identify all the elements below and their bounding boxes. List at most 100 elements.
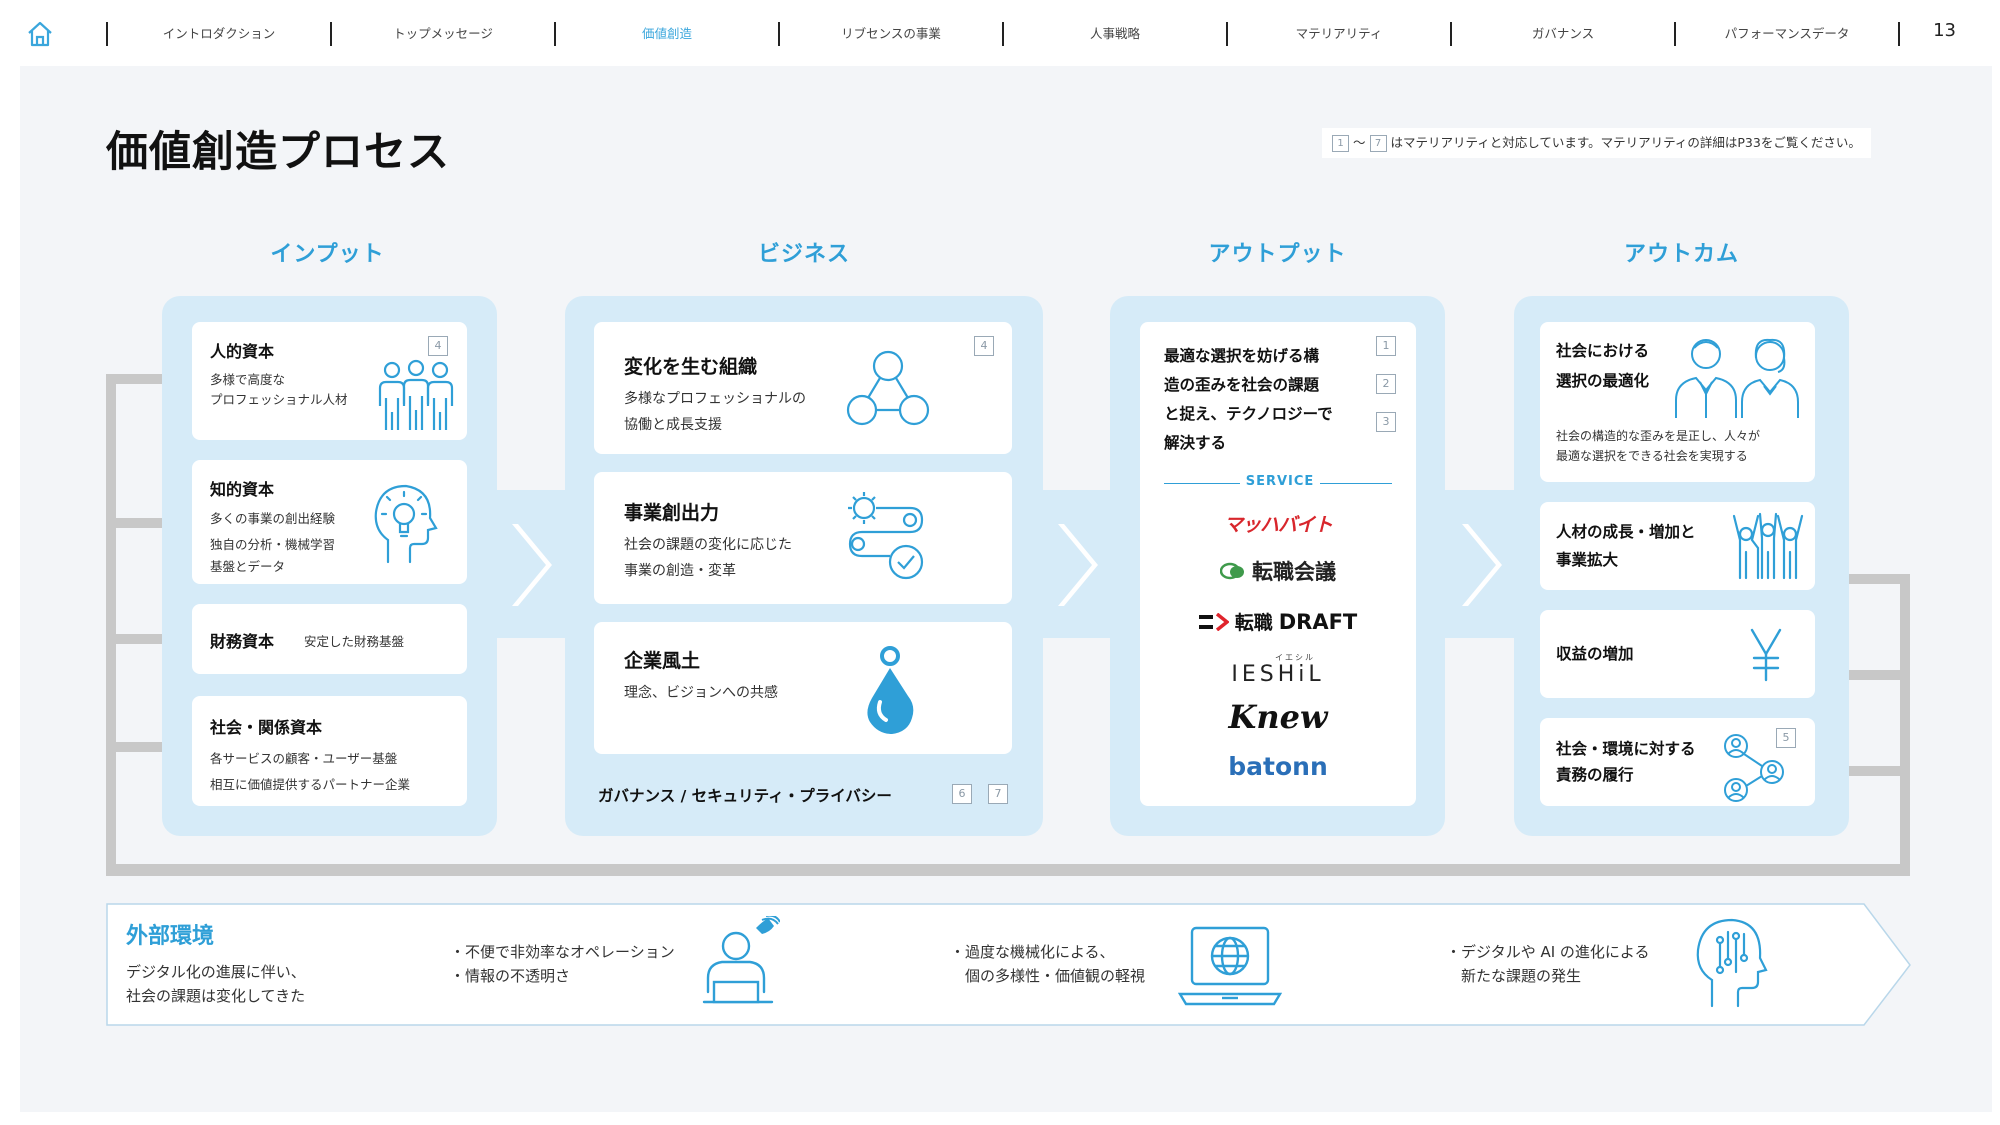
loop-line-left [106, 374, 116, 874]
tab-hr-strategy[interactable]: 人事戦略 [1004, 22, 1226, 46]
tab-introduction[interactable]: イントロダクション [108, 22, 330, 46]
profit-card: 収益の増加 [1540, 610, 1815, 698]
loop-branch [106, 518, 162, 528]
tab-business[interactable]: リブセンスの事業 [780, 22, 1002, 46]
business-creation-card: 事業創出力 社会の課題の変化に応じた 事業の創造・変革 [594, 472, 1012, 604]
tenshoku-draft-logo[interactable]: 転職 DRAFT [1164, 608, 1392, 635]
service-label: SERVICE [1240, 474, 1320, 489]
yen-icon [1750, 628, 1782, 682]
column-head-input: インプット [270, 242, 385, 267]
card-text: 多様なプロフェッショナルの 協働と成長支援 [624, 391, 806, 433]
connected-people-icon [1724, 734, 1784, 802]
tab-value-creation[interactable]: 価値創造 [556, 22, 778, 46]
loop-line-bottom [106, 864, 1910, 876]
legend-text: はマテリアリティと対応しています。マテリアリティの詳細はP33をご覧ください。 [1390, 135, 1861, 150]
card-title: 社会における 選択の最適化 [1556, 342, 1650, 390]
card-text: 安定した財務基盤 [304, 634, 405, 649]
process-gear-icon [848, 492, 924, 580]
chevron-right-icon [1462, 524, 1502, 606]
corporate-culture-card: 企業風土 理念、ビジョンへの共感 [594, 622, 1012, 754]
society-optimization-card: 社会における 選択の最適化 社会の構造的な歪みを是正し、人々が 最適な選択をできる社… [1540, 322, 1815, 482]
column-head-outcome: アウトカム [1623, 242, 1739, 267]
batonn-logo[interactable]: batonn [1164, 752, 1392, 781]
column-head-output: アウトプット [1208, 242, 1347, 267]
environment-item-text: ・不便で非効率なオペレーション ・情報の不透明さ [450, 943, 675, 985]
tab-governance[interactable]: ガバナンス [1452, 22, 1674, 46]
materiality-badge: 1 [1376, 336, 1396, 356]
drop-icon [867, 646, 914, 734]
top-navigation: イントロダクション トップメッセージ 価値創造 リブセンスの事業 人事戦略 マテ… [0, 0, 2000, 66]
card-title: 人的資本 [210, 342, 275, 361]
loop-branch [106, 742, 162, 752]
loop-line-right [1900, 574, 1910, 876]
loop-branch [106, 634, 162, 644]
card-title: 人材の成長・増加と 事業拡大 [1556, 523, 1696, 569]
intellectual-capital-card: 知的資本 多くの事業の創出経験 独自の分析・機械学習 基盤とデータ [192, 460, 467, 584]
ai-head-icon [1696, 918, 1768, 1008]
materiality-badge: 6 [952, 784, 972, 804]
materiality-badge: 7 [1369, 134, 1387, 152]
card-text: 各サービスの顧客・ユーザー基盤 相互に価値提供するパートナー企業 [210, 751, 411, 792]
legend-tilde: 〜 [1353, 135, 1366, 150]
materiality-badge: 3 [1376, 412, 1396, 432]
card-title: 知的資本 [210, 480, 275, 499]
card-text: 社会の課題の変化に応じた 事業の創造・変革 [624, 537, 792, 579]
financial-capital-card: 財務資本 安定した財務基盤 [192, 604, 467, 674]
card-title: 社会・関係資本 [210, 718, 323, 737]
people-icon [378, 359, 454, 430]
page-title: 価値創造プロセス [106, 127, 451, 176]
governance-label: ガバナンス / セキュリティ・プライバシー [598, 787, 892, 805]
card-text: 理念、ビジョンへの共感 [624, 685, 778, 701]
tab-materiality[interactable]: マテリアリティ [1228, 22, 1450, 46]
materiality-badge: 7 [988, 784, 1008, 804]
talent-growth-card: 人材の成長・増加と 事業拡大 [1540, 502, 1815, 590]
loop-branch [1846, 670, 1910, 680]
loop-branch [1846, 766, 1910, 776]
materiality-badge: 1 [1332, 134, 1349, 152]
network-icon [846, 350, 930, 426]
card-title: 事業創出力 [624, 502, 720, 524]
human-capital-card: 人的資本 多様で高度な プロフェッショナル人材 4 [192, 322, 467, 440]
draft-mark-icon [1198, 612, 1229, 631]
materiality-legend: 1 〜 7 はマテリアリティと対応しています。マテリアリティの詳細はP33をご覧… [1322, 128, 1871, 158]
loop-branch [106, 374, 162, 384]
card-text: 多様で高度な プロフェッショナル人材 [210, 372, 348, 407]
materiality-badge: 4 [428, 336, 448, 356]
knew-logo[interactable]: Knew [1164, 698, 1392, 736]
home-icon[interactable] [26, 20, 54, 48]
worker-laptop-icon [702, 916, 780, 1004]
card-title: 収益の増加 [1556, 645, 1634, 663]
speech-bubbles-icon [1220, 562, 1244, 580]
environment-item-text: ・過度な機械化による、 個の多様性・価値観の軽視 [950, 943, 1146, 985]
loop-branch [1846, 574, 1910, 584]
environment-summary: デジタル化の進展に伴い、 社会の課題は変化してきた [126, 963, 306, 1005]
card-title: 企業風土 [624, 650, 701, 672]
idea-head-icon [374, 484, 438, 564]
tab-top-message[interactable]: トップメッセージ [332, 22, 554, 46]
ieshil-logo[interactable]: IESHiL [1164, 662, 1392, 687]
chevron-right-icon [1058, 524, 1098, 606]
laptop-globe-icon [1178, 926, 1282, 1006]
people-pair-icon [1675, 338, 1799, 418]
organization-card: 変化を生む組織 多様なプロフェッショナルの 協働と成長支援 4 [594, 322, 1012, 454]
tenshoku-kaigi-logo[interactable]: 転職会議 [1164, 556, 1392, 586]
team-cheer-icon [1732, 512, 1804, 580]
materiality-badge: 2 [1376, 374, 1396, 394]
chevron-right-icon [512, 524, 552, 606]
card-title: 変化を生む組織 [624, 356, 758, 378]
column-head-business: ビジネス [757, 242, 850, 267]
card-title: 社会・環境に対する 責務の履行 [1556, 740, 1696, 784]
nav-separator [1898, 22, 1900, 46]
card-text: 社会の構造的な歪みを是正し、人々が 最適な選択をできる社会を実現する [1556, 429, 1761, 463]
card-text: 多くの事業の創出経験 独自の分析・機械学習 基盤とデータ [210, 511, 336, 574]
tab-performance-data[interactable]: パフォーマンスデータ [1676, 22, 1898, 46]
social-capital-card: 社会・関係資本 各サービスの顧客・ユーザー基盤 相互に価値提供するパートナー企業 [192, 696, 467, 806]
page-number: 13 [1933, 20, 1956, 41]
machbaito-logo[interactable]: マッハバイト [1164, 510, 1392, 537]
environment-title: 外部環境 [126, 924, 215, 949]
responsibility-card: 社会・環境に対する 責務の履行 5 [1540, 718, 1815, 806]
materiality-badge: 4 [974, 336, 994, 356]
output-statement: 最適な選択を妨げる構 造の歪みを社会の課題 と捉え、テクノロジーで 解決する [1164, 347, 1333, 452]
card-title: 財務資本 [210, 632, 275, 651]
environment-item-text: ・デジタルや AI の進化による 新たな課題の発生 [1446, 943, 1650, 985]
